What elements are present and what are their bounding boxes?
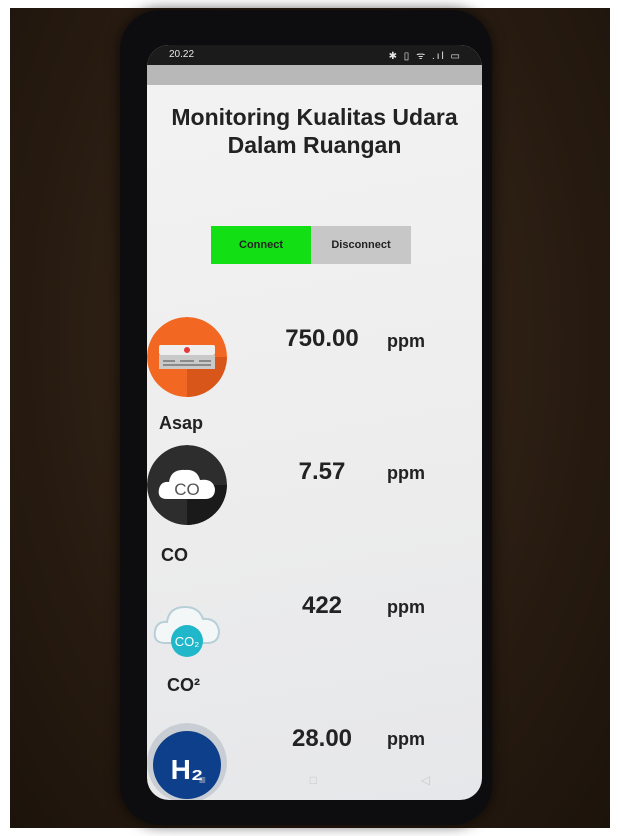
connection-buttons: Connect Disconnect — [211, 226, 411, 264]
page-title-line-2: Dalam Ruangan — [227, 132, 402, 158]
status-icons: ✱ ▯ ᯤ .ıl ▭ — [388, 51, 462, 62]
sensor-name-co: CO — [161, 545, 188, 565]
navigation-bar: ≡ □ ◁ — [147, 765, 482, 795]
svg-text:CO: CO — [174, 480, 200, 499]
connect-button[interactable]: Connect — [211, 226, 311, 264]
home-icon[interactable]: □ — [310, 773, 317, 787]
status-time: 20.22 — [169, 49, 195, 60]
sensor-value-h2: 28.00 — [291, 725, 353, 752]
back-icon[interactable]: ◁ — [421, 773, 430, 787]
co2-cloud-icon: CO₂ — [147, 585, 227, 665]
sensor-value-co2: 422 — [301, 592, 343, 619]
sensor-value-co: 7.57 — [298, 458, 346, 485]
page-title-line-1: Monitoring Kualitas Udara — [171, 104, 458, 130]
app-bar — [147, 65, 482, 85]
svg-text:CO₂: CO₂ — [175, 634, 200, 649]
smoke-detector-icon — [147, 317, 227, 397]
phone-screen: 20.22 ✱ ▯ ᯤ .ıl ▭ Monitoring Kualitas Ud… — [147, 45, 482, 800]
sensor-unit-co2: ppm — [387, 597, 425, 617]
sensor-value-asap: 750.00 — [285, 325, 359, 352]
co-cloud-icon: CO — [147, 445, 227, 525]
sensor-name-asap: Asap — [159, 413, 204, 433]
sensor-unit-co: ppm — [387, 463, 425, 483]
menu-icon[interactable]: ≡ — [199, 773, 206, 787]
disconnect-button[interactable]: Disconnect — [311, 226, 411, 264]
sensor-name-co2: CO² — [167, 675, 200, 695]
sensor-unit-asap: ppm — [387, 331, 425, 351]
sensor-unit-h2: ppm — [387, 729, 425, 749]
page-title: Monitoring Kualitas Udara Dalam Ruangan — [147, 103, 482, 159]
status-bar: 20.22 ✱ ▯ ᯤ .ıl ▭ — [147, 45, 482, 65]
